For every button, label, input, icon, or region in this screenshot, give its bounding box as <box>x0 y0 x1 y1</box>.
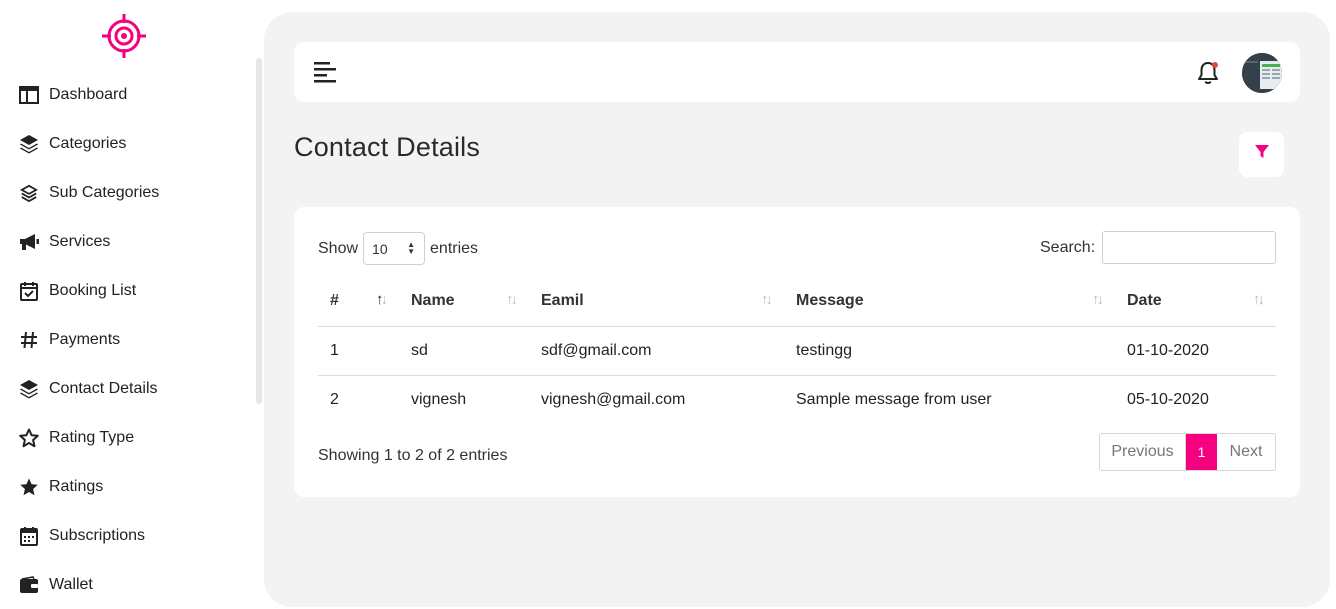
page-1-button[interactable]: 1 <box>1186 434 1217 470</box>
sidebar: Dashboard Categories Sub Categories Serv… <box>0 0 262 607</box>
table-info-text: Showing 1 to 2 of 2 entries <box>318 447 508 464</box>
layers-icon <box>18 133 40 155</box>
sidebar-item-payments[interactable]: Payments <box>18 315 248 364</box>
contacts-table-card: Show 10 ▲ ▼ entries Search: # ↑↓ Name ↑↓ Ea… <box>294 207 1300 497</box>
page-title: Contact Details <box>294 132 481 162</box>
sidebar-item-label: Booking List <box>49 281 137 299</box>
sidebar-scrollbar[interactable] <box>256 58 262 404</box>
sidebar-item-label: Payments <box>49 330 121 348</box>
menu-toggle-icon[interactable] <box>313 60 337 84</box>
column-header-index[interactable]: # ↑↓ <box>318 277 399 327</box>
sidebar-item-label: Dashboard <box>49 85 128 103</box>
cell-message: testingg <box>784 326 1115 376</box>
column-header-message[interactable]: Message ↑↓ <box>784 277 1115 327</box>
dashboard-icon <box>18 84 40 106</box>
sidebar-item-services[interactable]: Services <box>18 217 248 266</box>
sort-icon: ↑↓ <box>1253 291 1265 308</box>
filter-button[interactable] <box>1239 132 1284 177</box>
search-control: Search: <box>1040 231 1277 264</box>
pagination: Previous 1 Next <box>1099 433 1276 471</box>
search-input[interactable] <box>1102 231 1277 264</box>
entries-select-value: 10 <box>372 240 388 257</box>
notification-bell-icon[interactable] <box>1196 60 1220 86</box>
logo-target-icon[interactable] <box>100 12 148 60</box>
sidebar-item-label: Ratings <box>49 477 104 495</box>
sidebar-item-label: Wallet <box>49 575 93 593</box>
sidebar-item-ratings[interactable]: Ratings <box>18 462 248 511</box>
table-row: 2 vignesh vignesh@gmail.com Sample messa… <box>318 375 1276 424</box>
cell-name: sd <box>399 326 529 376</box>
entries-label: entries <box>430 239 479 257</box>
sort-icon: ↑↓ <box>506 291 518 308</box>
top-bar <box>294 42 1300 102</box>
cell-email: sdf@gmail.com <box>529 326 784 376</box>
select-arrows-icon: ▲ ▼ <box>407 240 416 256</box>
cell-index: 2 <box>330 390 339 408</box>
hash-icon <box>18 329 40 351</box>
sidebar-item-wallet[interactable]: Wallet <box>18 560 248 609</box>
star-outline-icon <box>18 427 40 449</box>
entries-length-control: Show 10 ▲ ▼ entries <box>318 232 478 265</box>
cell-message: Sample message from user <box>796 390 992 408</box>
sidebar-item-label: Sub Categories <box>49 183 160 201</box>
cell-email: vignesh@gmail.com <box>541 390 686 408</box>
table-header-row: # ↑↓ Name ↑↓ Eamil ↑↓ Message ↑↓ Date ↑↓ <box>318 277 1276 327</box>
cell-date: 01-10-2020 <box>1115 326 1276 376</box>
sidebar-item-label: Rating Type <box>49 428 135 446</box>
calendar-icon <box>18 525 40 547</box>
search-label: Search: <box>1040 238 1096 256</box>
cell-date: 05-10-2020 <box>1127 390 1209 408</box>
sidebar-item-subscriptions[interactable]: Subscriptions <box>18 511 248 560</box>
sidebar-item-label: Subscriptions <box>49 526 146 544</box>
next-page-button[interactable]: Next <box>1217 434 1275 470</box>
table-row: 1 sd sdf@gmail.com testingg 01-10-2020 <box>318 326 1276 376</box>
sidebar-item-dashboard[interactable]: Dashboard <box>18 70 248 119</box>
filter-icon <box>1254 144 1270 165</box>
layers-icon <box>18 378 40 400</box>
star-icon <box>18 476 40 498</box>
sidebar-nav: Dashboard Categories Sub Categories Serv… <box>18 70 248 609</box>
sidebar-item-label: Categories <box>49 134 127 152</box>
main-content: Contact Details Show 10 ▲ ▼ entries Searc… <box>264 12 1330 607</box>
sort-icon: ↑↓ <box>1092 291 1104 308</box>
sidebar-item-categories[interactable]: Categories <box>18 119 248 168</box>
previous-page-button[interactable]: Previous <box>1100 434 1186 470</box>
calendar-check-icon <box>18 280 40 302</box>
sidebar-item-sub-categories[interactable]: Sub Categories <box>18 168 248 217</box>
wallet-icon <box>18 574 40 596</box>
sidebar-item-contact-details[interactable]: Contact Details <box>18 364 248 413</box>
user-avatar[interactable] <box>1242 53 1282 93</box>
sidebar-item-label: Contact Details <box>49 379 158 397</box>
sidebar-item-label: Services <box>49 232 111 250</box>
sort-icon: ↑↓ <box>761 291 773 308</box>
megaphone-icon <box>18 231 40 253</box>
cell-name: vignesh <box>411 390 467 408</box>
column-header-name[interactable]: Name ↑↓ <box>399 277 529 327</box>
column-header-date[interactable]: Date ↑↓ <box>1115 277 1276 327</box>
entries-select[interactable]: 10 ▲ ▼ <box>363 232 426 265</box>
layers-outline-icon <box>18 182 40 204</box>
sidebar-item-rating-type[interactable]: Rating Type <box>18 413 248 462</box>
sort-icon: ↑↓ <box>376 291 388 308</box>
show-label: Show <box>318 239 359 257</box>
column-header-email[interactable]: Eamil ↑↓ <box>529 277 784 327</box>
sidebar-item-booking-list[interactable]: Booking List <box>18 266 248 315</box>
contacts-table: # ↑↓ Name ↑↓ Eamil ↑↓ Message ↑↓ Date ↑↓ 1 sd… <box>318 277 1276 424</box>
cell-index: 1 <box>318 326 399 376</box>
